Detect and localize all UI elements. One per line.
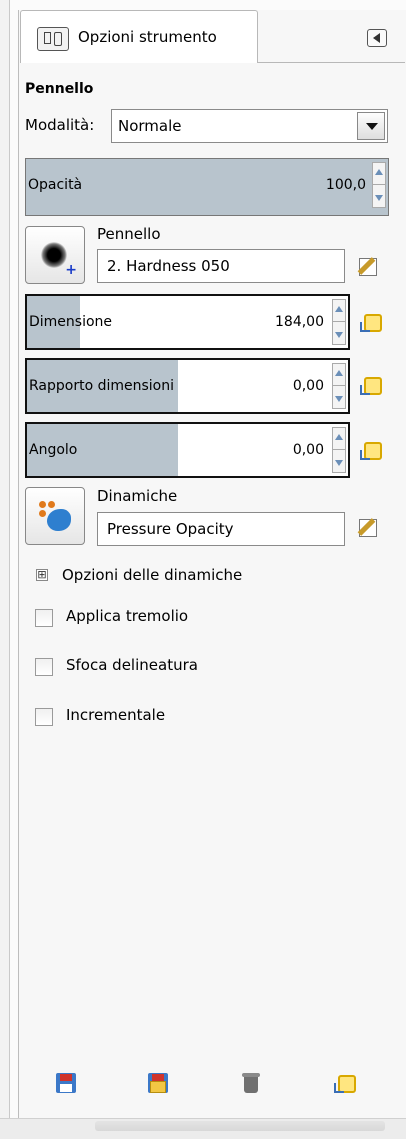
brush-preview-icon (41, 242, 67, 268)
tab-divider (256, 62, 405, 63)
tab-menu-button[interactable] (367, 29, 387, 47)
incremental-label[interactable]: Incrementale (66, 706, 165, 724)
spin-down-icon[interactable] (335, 332, 343, 338)
mode-value: Normale (118, 117, 182, 135)
tab-tool-options[interactable]: Opzioni strumento (20, 10, 258, 63)
dynamics-edit-icon[interactable] (357, 516, 380, 538)
dynamics-label: Dinamiche (97, 487, 178, 505)
spin-up-icon[interactable] (375, 169, 383, 175)
collapse-left-icon (373, 33, 380, 43)
spin-up-icon[interactable] (335, 434, 343, 440)
brush-name: 2. Hardness 050 (107, 257, 230, 275)
spin-down-icon[interactable] (335, 460, 343, 466)
section-title: Pennello (25, 81, 94, 97)
spin-up-icon[interactable] (335, 370, 343, 376)
opacity-spinner[interactable] (372, 162, 386, 208)
dynamics-preview-button[interactable] (25, 487, 85, 545)
dropdown-arrow-icon[interactable] (357, 112, 385, 140)
expander-plus-icon[interactable]: ⊞ (36, 569, 48, 581)
spin-down-icon[interactable] (335, 396, 343, 402)
size-label: Dimensione (29, 314, 113, 330)
brush-plus-icon: + (65, 262, 77, 278)
size-slider[interactable]: Dimensione 184,00 (25, 294, 350, 350)
jitter-label[interactable]: Applica tremolio (66, 607, 188, 625)
brush-edit-icon[interactable] (357, 255, 380, 277)
opacity-slider[interactable]: Opacità 100,0 (25, 158, 389, 216)
dynamics-options-expander[interactable]: Opzioni delle dinamiche (62, 566, 242, 584)
save-options-icon[interactable] (55, 1072, 77, 1096)
size-spinner[interactable] (332, 299, 346, 345)
aspect-value: 0,00 (292, 378, 324, 394)
jitter-checkbox[interactable] (35, 609, 53, 627)
aspect-reset-icon[interactable] (360, 375, 382, 397)
mode-label: Modalità: (25, 116, 95, 134)
spin-up-icon[interactable] (335, 306, 343, 312)
opacity-label: Opacità (28, 177, 83, 193)
reset-options-icon[interactable] (334, 1073, 356, 1095)
aspect-ratio-slider[interactable]: Rapporto dimensioni 0,00 (25, 358, 350, 414)
angle-value: 0,00 (292, 442, 324, 458)
tab-label: Opzioni strumento (78, 28, 217, 46)
smooth-stroke-label[interactable]: Sfoca delineatura (66, 656, 198, 674)
size-reset-icon[interactable] (360, 312, 382, 334)
dynamics-name: Pressure Opacity (107, 520, 234, 538)
brush-label: Pennello (97, 225, 161, 243)
angle-slider[interactable]: Angolo 0,00 (25, 422, 350, 478)
mode-select[interactable]: Normale (111, 109, 388, 143)
restore-options-icon[interactable] (147, 1072, 169, 1096)
window-bottom-edge (0, 1118, 406, 1139)
incremental-checkbox[interactable] (35, 708, 53, 726)
brush-preview-button[interactable]: + (25, 226, 85, 284)
tool-options-icon (37, 27, 69, 51)
dynamics-icon (39, 501, 73, 533)
brush-name-field[interactable]: 2. Hardness 050 (97, 249, 345, 283)
angle-reset-icon[interactable] (360, 440, 382, 462)
opacity-value: 100,0 (325, 177, 366, 193)
delete-options-icon[interactable] (240, 1072, 262, 1096)
window-left-edge (0, 0, 10, 1118)
angle-label: Angolo (29, 442, 78, 458)
dynamics-name-field[interactable]: Pressure Opacity (97, 512, 345, 546)
size-value: 184,00 (275, 314, 324, 330)
smooth-stroke-checkbox[interactable] (35, 658, 53, 676)
aspect-spinner[interactable] (332, 363, 346, 409)
aspect-label: Rapporto dimensioni (29, 378, 175, 394)
spin-down-icon[interactable] (375, 195, 383, 201)
angle-spinner[interactable] (332, 427, 346, 473)
